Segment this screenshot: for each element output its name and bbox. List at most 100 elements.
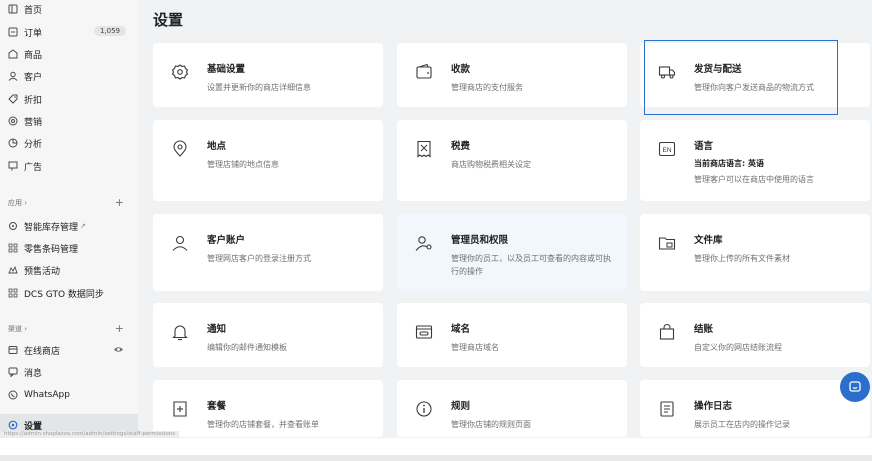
card-description: 管理网店客户的登录注册方式	[207, 254, 311, 263]
chat-icon	[849, 381, 861, 392]
channels-section-title[interactable]: 渠道 ›	[8, 324, 27, 334]
person-icon	[8, 71, 18, 81]
card-description: 管理商店域名	[451, 343, 499, 352]
sidebar-item-presale[interactable]: 预售活动	[0, 260, 138, 280]
sidebar-item-label: 零售条码管理	[24, 244, 79, 255]
app-icon	[8, 288, 18, 298]
settings-card-general[interactable]: 基础设置 设置并更新你的商店详细信息	[153, 43, 383, 107]
tag-icon	[8, 49, 18, 59]
card-title: 操作日志	[694, 401, 733, 412]
truck-icon	[658, 63, 676, 81]
chart-icon	[8, 138, 18, 148]
sidebar-item-label: 订单	[24, 28, 43, 39]
store-icon	[8, 345, 18, 355]
sidebar-item-customers[interactable]: 客户	[0, 66, 138, 86]
card-title: 发货与配送	[694, 64, 742, 75]
card-title: 管理员和权限	[451, 235, 509, 246]
card-subtitle: 当前商店语言: 英语	[694, 159, 764, 168]
sidebar-item-label: 智能库存管理	[24, 222, 79, 233]
card-description: 管理你的员工，以及员工可查看的内容或可执行的操作	[451, 254, 611, 276]
card-description: 管理你向客户发送商品的物流方式	[694, 83, 814, 92]
chat-support-button[interactable]	[840, 372, 870, 402]
sidebar-item-label: 折扣	[24, 95, 43, 106]
card-description: 自定义你的网店结账流程	[694, 343, 782, 352]
sidebar: 首页 订单 1,059 商品 客户 折扣 营销 分析 广告 应用 › + 智能库…	[0, 0, 138, 438]
sidebar-item-label: 设置	[24, 421, 43, 432]
card-description: 管理你店铺的规则页面	[451, 420, 531, 429]
sidebar-item-barcode[interactable]: 零售条码管理	[0, 238, 138, 258]
language-icon: EN	[658, 140, 676, 158]
bag-icon	[658, 323, 676, 341]
staff-icon	[415, 234, 433, 252]
sidebar-item-marketing[interactable]: 营销	[0, 111, 138, 131]
settings-card-languages[interactable]: EN 语言 当前商店语言: 英语 管理客户可以在商店中使用的语言	[640, 120, 870, 201]
card-title: 语言	[694, 141, 714, 152]
settings-card-domains[interactable]: 域名 管理商店域名	[397, 303, 627, 367]
sidebar-item-online-store[interactable]: 在线商店	[0, 340, 138, 360]
gear-icon	[171, 63, 189, 81]
sidebar-item-messages[interactable]: 消息	[0, 362, 138, 382]
app-icon	[8, 243, 18, 253]
sidebar-item-label: 首页	[24, 5, 43, 16]
sidebar-item-analytics[interactable]: 分析	[0, 133, 138, 153]
sidebar-item-orders[interactable]: 订单 1,059	[0, 22, 138, 42]
settings-card-locations[interactable]: 地点 管理店铺的地点信息	[153, 120, 383, 201]
receipt-icon	[415, 140, 433, 158]
settings-card-notifications[interactable]: 通知 编辑你的邮件通知模板	[153, 303, 383, 367]
settings-card-staff-permissions[interactable]: 管理员和权限 管理你的员工，以及员工可查看的内容或可执行的操作	[397, 214, 627, 291]
sidebar-item-label: 营销	[24, 117, 43, 128]
sidebar-item-ads[interactable]: 广告	[0, 156, 138, 176]
settings-card-files[interactable]: 文件库 管理你上传的所有文件素材	[640, 214, 870, 291]
add-channel-icon[interactable]: +	[115, 322, 124, 335]
discount-icon	[8, 94, 18, 104]
whatsapp-icon	[8, 390, 18, 400]
settings-card-taxes[interactable]: 税费 商店购物税费相关设定	[397, 120, 627, 201]
settings-icon	[8, 420, 18, 430]
apps-section-title[interactable]: 应用 ›	[8, 198, 27, 208]
info-icon	[415, 400, 433, 418]
card-title: 规则	[451, 401, 471, 412]
sidebar-item-label: 广告	[24, 162, 43, 173]
svg-text:EN: EN	[662, 147, 671, 154]
settings-card-plan[interactable]: 套餐 管理你的店铺套餐，并查看账单	[153, 380, 383, 437]
message-icon	[8, 367, 18, 377]
bell-icon	[171, 323, 189, 341]
target-icon	[8, 116, 18, 126]
folder-icon	[658, 234, 676, 252]
page-title: 设置	[153, 11, 184, 29]
bottom-strip	[0, 455, 872, 461]
card-description: 编辑你的邮件通知模板	[207, 343, 287, 352]
card-title: 套餐	[207, 401, 227, 412]
card-description: 商店购物税费相关设定	[451, 160, 531, 169]
settings-card-policies[interactable]: 规则 管理你店铺的规则页面	[397, 380, 627, 437]
settings-card-customer-accounts[interactable]: 客户账户 管理网店客户的登录注册方式	[153, 214, 383, 291]
sidebar-item-products[interactable]: 商品	[0, 44, 138, 64]
sidebar-item-label: 预售活动	[24, 266, 61, 277]
sidebar-item-inventory[interactable]: 智能库存管理 ↗	[0, 216, 138, 236]
settings-card-activity-log[interactable]: 操作日志 展示员工在店内的操作记录	[640, 380, 870, 437]
sidebar-item-dcs-sync[interactable]: DCS GTO 数据同步	[0, 283, 138, 303]
account-icon	[171, 234, 189, 252]
card-description: 展示员工在店内的操作记录	[694, 420, 790, 429]
add-app-icon[interactable]: +	[115, 196, 124, 209]
sidebar-item-home[interactable]: 首页	[0, 0, 138, 19]
app-icon	[8, 221, 18, 231]
eye-icon[interactable]	[113, 344, 124, 355]
megaphone-icon	[8, 161, 18, 171]
app-icon	[8, 265, 18, 275]
wallet-icon	[415, 63, 433, 81]
sidebar-item-label: WhatsApp	[24, 390, 70, 400]
card-description: 管理你的店铺套餐，并查看账单	[207, 420, 319, 429]
sidebar-item-discounts[interactable]: 折扣	[0, 89, 138, 109]
settings-card-payments[interactable]: 收款 管理商店的支付服务	[397, 43, 627, 107]
log-icon	[658, 400, 676, 418]
plan-icon	[171, 400, 189, 418]
sidebar-item-label: DCS GTO 数据同步	[24, 289, 104, 300]
settings-card-checkout[interactable]: 结账 自定义你的网店结账流程	[640, 303, 870, 367]
sidebar-item-label: 商品	[24, 50, 43, 61]
sidebar-item-whatsapp[interactable]: WhatsApp	[0, 385, 138, 405]
sidebar-item-label: 消息	[24, 368, 43, 379]
card-title: 结账	[694, 324, 714, 335]
card-title: 客户账户	[207, 235, 246, 246]
settings-card-shipping[interactable]: 发货与配送 管理你向客户发送商品的物流方式	[640, 43, 870, 107]
